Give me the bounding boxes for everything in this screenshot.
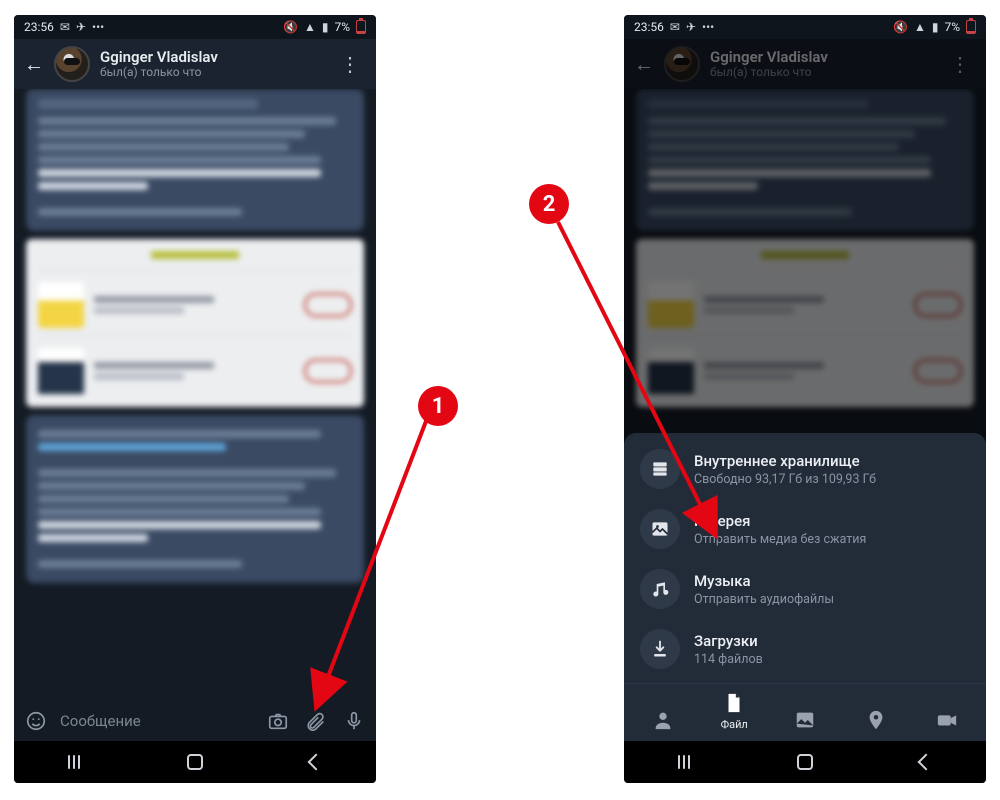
nav-recents-icon[interactable] bbox=[673, 751, 695, 773]
nav-back-icon[interactable] bbox=[915, 751, 937, 773]
mail-icon: ✉ bbox=[60, 20, 70, 34]
chat-status: был(а) только что bbox=[710, 66, 934, 79]
chat-header[interactable]: ← Gginger Vladislav был(а) только что ⋮ bbox=[624, 39, 986, 89]
emoji-icon[interactable] bbox=[22, 707, 50, 735]
nav-back-icon[interactable] bbox=[305, 751, 327, 773]
sheet-item-title: Загрузки bbox=[694, 632, 763, 650]
signal-icon: ▮ bbox=[932, 20, 939, 34]
chat-name: Gginger Vladislav bbox=[100, 49, 324, 66]
mute-icon: 🔇 bbox=[283, 20, 298, 34]
tab-file-label: Файл bbox=[721, 718, 748, 731]
message-bubble bbox=[26, 415, 364, 583]
storage-icon bbox=[640, 449, 680, 489]
status-bar: 23:56 ✉ ✈ ••• 🔇 ▲ ▮ 7% bbox=[624, 15, 986, 39]
battery-icon bbox=[966, 20, 976, 34]
more-notifications-icon: ••• bbox=[92, 20, 104, 34]
music-icon bbox=[640, 569, 680, 609]
attach-icon[interactable] bbox=[302, 707, 330, 735]
mic-icon[interactable] bbox=[340, 707, 368, 735]
status-bar: 23:56 ✉ ✈ ••• 🔇 ▲ ▮ 7% bbox=[14, 15, 376, 39]
mail-icon: ✉ bbox=[670, 20, 680, 34]
signal-icon: ▮ bbox=[322, 20, 329, 34]
status-time: 23:56 bbox=[634, 20, 664, 34]
attachment-sheet: Внутреннее хранилище Свободно 93,17 Гб и… bbox=[624, 433, 986, 741]
message-input-bar: Сообщение bbox=[14, 701, 376, 741]
nav-home-icon[interactable] bbox=[794, 751, 816, 773]
sheet-item-subtitle: Отправить аудиофайлы bbox=[694, 592, 834, 607]
sheet-item-title: Галерея bbox=[694, 512, 866, 530]
battery-percent: 7% bbox=[334, 20, 350, 34]
sheet-item-downloads[interactable]: Загрузки 114 файлов bbox=[624, 619, 986, 679]
sheet-item-storage[interactable]: Внутреннее хранилище Свободно 93,17 Гб и… bbox=[624, 439, 986, 499]
wifi-icon: ▲ bbox=[304, 20, 316, 34]
sheet-item-subtitle: Свободно 93,17 Гб из 109,93 Гб bbox=[694, 472, 876, 487]
chat-name: Gginger Vladislav bbox=[710, 49, 934, 66]
nav-home-icon[interactable] bbox=[184, 751, 206, 773]
chat-header[interactable]: ← Gginger Vladislav был(а) только что ⋮ bbox=[14, 39, 376, 89]
chat-title-block[interactable]: Gginger Vladislav был(а) только что bbox=[100, 49, 324, 79]
back-icon[interactable]: ← bbox=[634, 52, 654, 77]
back-icon[interactable]: ← bbox=[24, 52, 44, 77]
avatar[interactable] bbox=[664, 46, 700, 82]
message-input[interactable]: Сообщение bbox=[60, 712, 254, 730]
avatar[interactable] bbox=[54, 46, 90, 82]
tab-gallery[interactable] bbox=[779, 709, 831, 731]
telegram-icon: ✈ bbox=[686, 20, 696, 34]
message-link-card bbox=[26, 239, 364, 407]
sheet-item-subtitle: Отправить медиа без сжатия bbox=[694, 532, 866, 547]
more-notifications-icon: ••• bbox=[702, 20, 714, 34]
chat-messages[interactable] bbox=[14, 89, 376, 703]
wifi-icon: ▲ bbox=[914, 20, 926, 34]
message-link-card bbox=[636, 239, 974, 407]
tab-camera[interactable] bbox=[921, 709, 973, 731]
sheet-item-title: Музыка bbox=[694, 572, 834, 590]
sheet-item-subtitle: 114 файлов bbox=[694, 652, 763, 667]
phone-screenshot-right: 23:56 ✉ ✈ ••• 🔇 ▲ ▮ 7% ← Gginger Vladisl… bbox=[624, 15, 986, 783]
message-bubble bbox=[26, 89, 364, 231]
attachment-tabs: Файл bbox=[624, 683, 986, 741]
android-nav-bar bbox=[624, 741, 986, 783]
tab-file[interactable]: Файл bbox=[708, 692, 760, 731]
annotation-badge-1: 1 bbox=[418, 386, 458, 426]
gallery-icon bbox=[640, 509, 680, 549]
tab-location[interactable] bbox=[850, 709, 902, 731]
tab-contact[interactable] bbox=[637, 709, 689, 731]
message-bubble bbox=[636, 89, 974, 231]
battery-percent: 7% bbox=[944, 20, 960, 34]
chat-status: был(а) только что bbox=[100, 66, 324, 79]
camera-icon[interactable] bbox=[264, 707, 292, 735]
download-icon bbox=[640, 629, 680, 669]
more-menu-icon[interactable]: ⋮ bbox=[334, 52, 366, 76]
status-time: 23:56 bbox=[24, 20, 54, 34]
mute-icon: 🔇 bbox=[893, 20, 908, 34]
sheet-item-gallery[interactable]: Галерея Отправить медиа без сжатия bbox=[624, 499, 986, 559]
chat-title-block[interactable]: Gginger Vladislav был(а) только что bbox=[710, 49, 934, 79]
nav-recents-icon[interactable] bbox=[63, 751, 85, 773]
telegram-icon: ✈ bbox=[76, 20, 86, 34]
android-nav-bar bbox=[14, 741, 376, 783]
phone-screenshot-left: 23:56 ✉ ✈ ••• 🔇 ▲ ▮ 7% ← Gginger Vladisl… bbox=[14, 15, 376, 783]
battery-icon bbox=[356, 20, 366, 34]
more-menu-icon[interactable]: ⋮ bbox=[944, 52, 976, 76]
annotation-badge-2: 2 bbox=[529, 184, 569, 224]
sheet-item-title: Внутреннее хранилище bbox=[694, 452, 876, 470]
sheet-item-music[interactable]: Музыка Отправить аудиофайлы bbox=[624, 559, 986, 619]
